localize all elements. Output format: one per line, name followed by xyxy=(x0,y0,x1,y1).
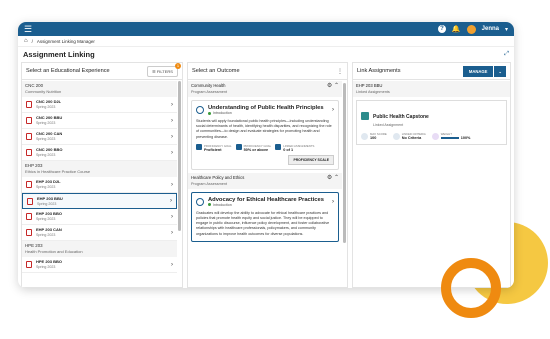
outcome-panel: Select an Outcome ⋮ Community Health Prog… xyxy=(186,62,348,288)
outcome-group-header: Community Health Program Assessment ⚙ ⌃ xyxy=(187,81,342,97)
list-item[interactable]: CNC 200 D2L Spring 2023 › xyxy=(22,97,177,113)
goal-icon xyxy=(195,143,202,150)
list-item[interactable]: EHP 203 BBO Spring 2023 › xyxy=(22,209,177,225)
chevron-right-icon[interactable]: › xyxy=(171,262,173,268)
document-icon xyxy=(26,261,32,268)
chevron-right-icon[interactable]: › xyxy=(170,198,172,204)
document-icon xyxy=(26,229,32,236)
experience-group-header: EHP 203 Ethics in Healthcare Practice Cou… xyxy=(22,161,177,177)
chevron-down-icon[interactable]: ⌄ xyxy=(494,65,506,77)
sliders-icon[interactable]: ⚙ ⌃ xyxy=(327,175,339,181)
avatar[interactable] xyxy=(466,24,476,34)
assignment-title: Public Health Capstone xyxy=(372,114,429,120)
sliders-icon[interactable]: ⚙ ⌃ xyxy=(327,83,339,89)
chevron-right-icon[interactable]: › xyxy=(171,182,173,188)
list-item[interactable]: CNC 200 BBU Spring 2023 › xyxy=(22,113,177,129)
document-icon xyxy=(26,149,32,156)
link-icon xyxy=(275,143,282,150)
expand-icon[interactable]: ⤢ xyxy=(504,51,509,58)
document-icon xyxy=(26,213,32,220)
chevron-right-icon[interactable]: › xyxy=(171,118,173,124)
proficiency-scale-button[interactable]: PROFICIENCY SCALE xyxy=(288,154,334,165)
bell-icon[interactable]: 🔔 xyxy=(452,25,461,33)
list-item[interactable]: HPE 203 BBO Spring 2023 › xyxy=(22,257,177,273)
outcome-list: Community Health Program Assessment ⚙ ⌃ U… xyxy=(187,81,342,287)
level-dot-icon xyxy=(207,203,211,207)
target-icon xyxy=(195,197,204,206)
page-title: Assignment Linking xyxy=(23,49,95,59)
chevron-right-icon[interactable]: › xyxy=(171,102,173,108)
outcome-description: Students will apply foundational public … xyxy=(195,119,332,139)
experience-group-header: HPE 203 Health Promotion and Education xyxy=(22,241,177,257)
outcome-card-selected[interactable]: Advocacy for Ethical Healthcare Practice… xyxy=(190,191,339,242)
chevron-right-icon[interactable]: › xyxy=(171,134,173,140)
chevron-down-icon[interactable]: ▾ xyxy=(505,26,508,33)
chevron-right-icon[interactable]: › xyxy=(171,214,173,220)
experience-group-header: CNC 200 Community Nutrition xyxy=(22,81,177,97)
target-icon xyxy=(195,106,204,114)
level-dot-icon xyxy=(207,111,211,115)
weight-bar xyxy=(440,137,459,139)
breadcrumb: ⌂ / Assignment Linking Manager xyxy=(18,36,514,47)
panel-heading: Select an Outcome xyxy=(191,68,240,74)
list-item[interactable]: CNC 200 BBO Spring 2023 › xyxy=(22,145,177,161)
linked-assignment-card[interactable]: Public Health Capstone Linked Assignment … xyxy=(355,100,507,145)
linked-group-header: EHP 203 BBU Linked Assignments xyxy=(352,81,510,97)
breadcrumb-current: Assignment Linking Manager xyxy=(36,38,95,44)
filters-button[interactable]: ☰ FILTERS 1 xyxy=(147,63,181,77)
panel-heading: Link Assignments xyxy=(356,68,401,74)
assignment-icon xyxy=(360,112,369,120)
home-icon[interactable]: ⌂ xyxy=(24,38,28,44)
score-icon xyxy=(360,132,368,140)
scrollbar[interactable] xyxy=(342,83,346,243)
chevron-right-icon[interactable]: › xyxy=(332,199,334,205)
list-item[interactable]: EHP 203 BBU Spring 2023 › xyxy=(22,193,177,209)
decorative-orange-ring xyxy=(441,258,501,318)
outcome-card[interactable]: Understanding of Public Health Principle… xyxy=(190,100,339,170)
more-options-icon[interactable]: ⋮ xyxy=(337,68,343,75)
filter-count-badge: 1 xyxy=(174,63,181,69)
criteria-icon xyxy=(392,132,400,140)
document-icon xyxy=(26,181,32,188)
goal-icon xyxy=(235,143,242,150)
document-icon xyxy=(27,197,33,205)
list-item[interactable]: CNC 200 CAN Spring 2023 › xyxy=(22,129,177,145)
list-item[interactable]: EHP 203 D2L Spring 2023 › xyxy=(22,177,177,193)
chevron-right-icon[interactable]: › xyxy=(332,107,334,113)
chevron-right-icon[interactable]: › xyxy=(171,150,173,156)
document-icon xyxy=(26,117,32,124)
menu-icon[interactable]: ☰ xyxy=(24,24,32,34)
user-name[interactable]: Jenna xyxy=(482,26,499,32)
outcome-description: Graduates will develop the ability to ad… xyxy=(195,210,330,236)
document-icon xyxy=(26,101,32,108)
help-icon[interactable]: ? xyxy=(437,25,446,33)
experience-panel: Select an Educational Experience ☰ FILTE… xyxy=(21,62,183,288)
manage-button[interactable]: MANAGE ⌄ xyxy=(462,65,506,77)
experience-list: CNC 200 Community Nutrition CNC 200 D2L Sp… xyxy=(22,81,177,287)
document-icon xyxy=(26,133,32,140)
link-panel: Link Assignments MANAGE ⌄ EHP 203 BBU Lin… xyxy=(351,62,511,288)
scrollbar[interactable] xyxy=(177,81,181,231)
list-item[interactable]: EHP 203 CAN Spring 2023 › xyxy=(22,225,177,241)
panel-heading: Select an Educational Experience xyxy=(26,68,110,74)
weight-icon xyxy=(431,132,439,140)
app-window: ☰ ? 🔔 Jenna ▾ ⌂ / Assignment Linking Man… xyxy=(18,22,514,288)
top-bar: ☰ ? 🔔 Jenna ▾ xyxy=(18,22,514,36)
chevron-right-icon[interactable]: › xyxy=(171,230,173,236)
outcome-group-header: Healthcare Policy and Ethics Program Asse… xyxy=(187,172,342,189)
